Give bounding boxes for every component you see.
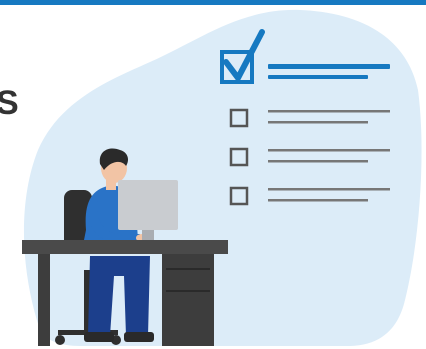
checklist-line-primary — [268, 188, 390, 191]
desk-drawer-line-2 — [166, 290, 210, 292]
checklist-line-primary — [268, 110, 390, 113]
desk-left-leg — [38, 254, 50, 346]
desk-top — [22, 240, 228, 254]
person-shoe-right — [124, 332, 154, 342]
checklist-illustration — [22, 9, 422, 346]
checklist-line-secondary — [268, 199, 368, 202]
checklist-line-secondary — [268, 121, 368, 124]
desk-drawer-line-1 — [166, 268, 210, 270]
cropped-text-fragment: S — [0, 84, 19, 122]
person-shoe-left — [84, 332, 114, 342]
monitor-screen — [118, 180, 178, 230]
desk-drawer-cabinet — [162, 254, 214, 346]
checklist-line-primary — [268, 64, 390, 69]
checklist-line-secondary — [268, 75, 368, 79]
illustration-canvas: S — [0, 0, 426, 349]
checklist-line-primary — [268, 149, 390, 152]
checklist-line-secondary — [268, 160, 368, 163]
top-accent-bar — [0, 0, 426, 5]
